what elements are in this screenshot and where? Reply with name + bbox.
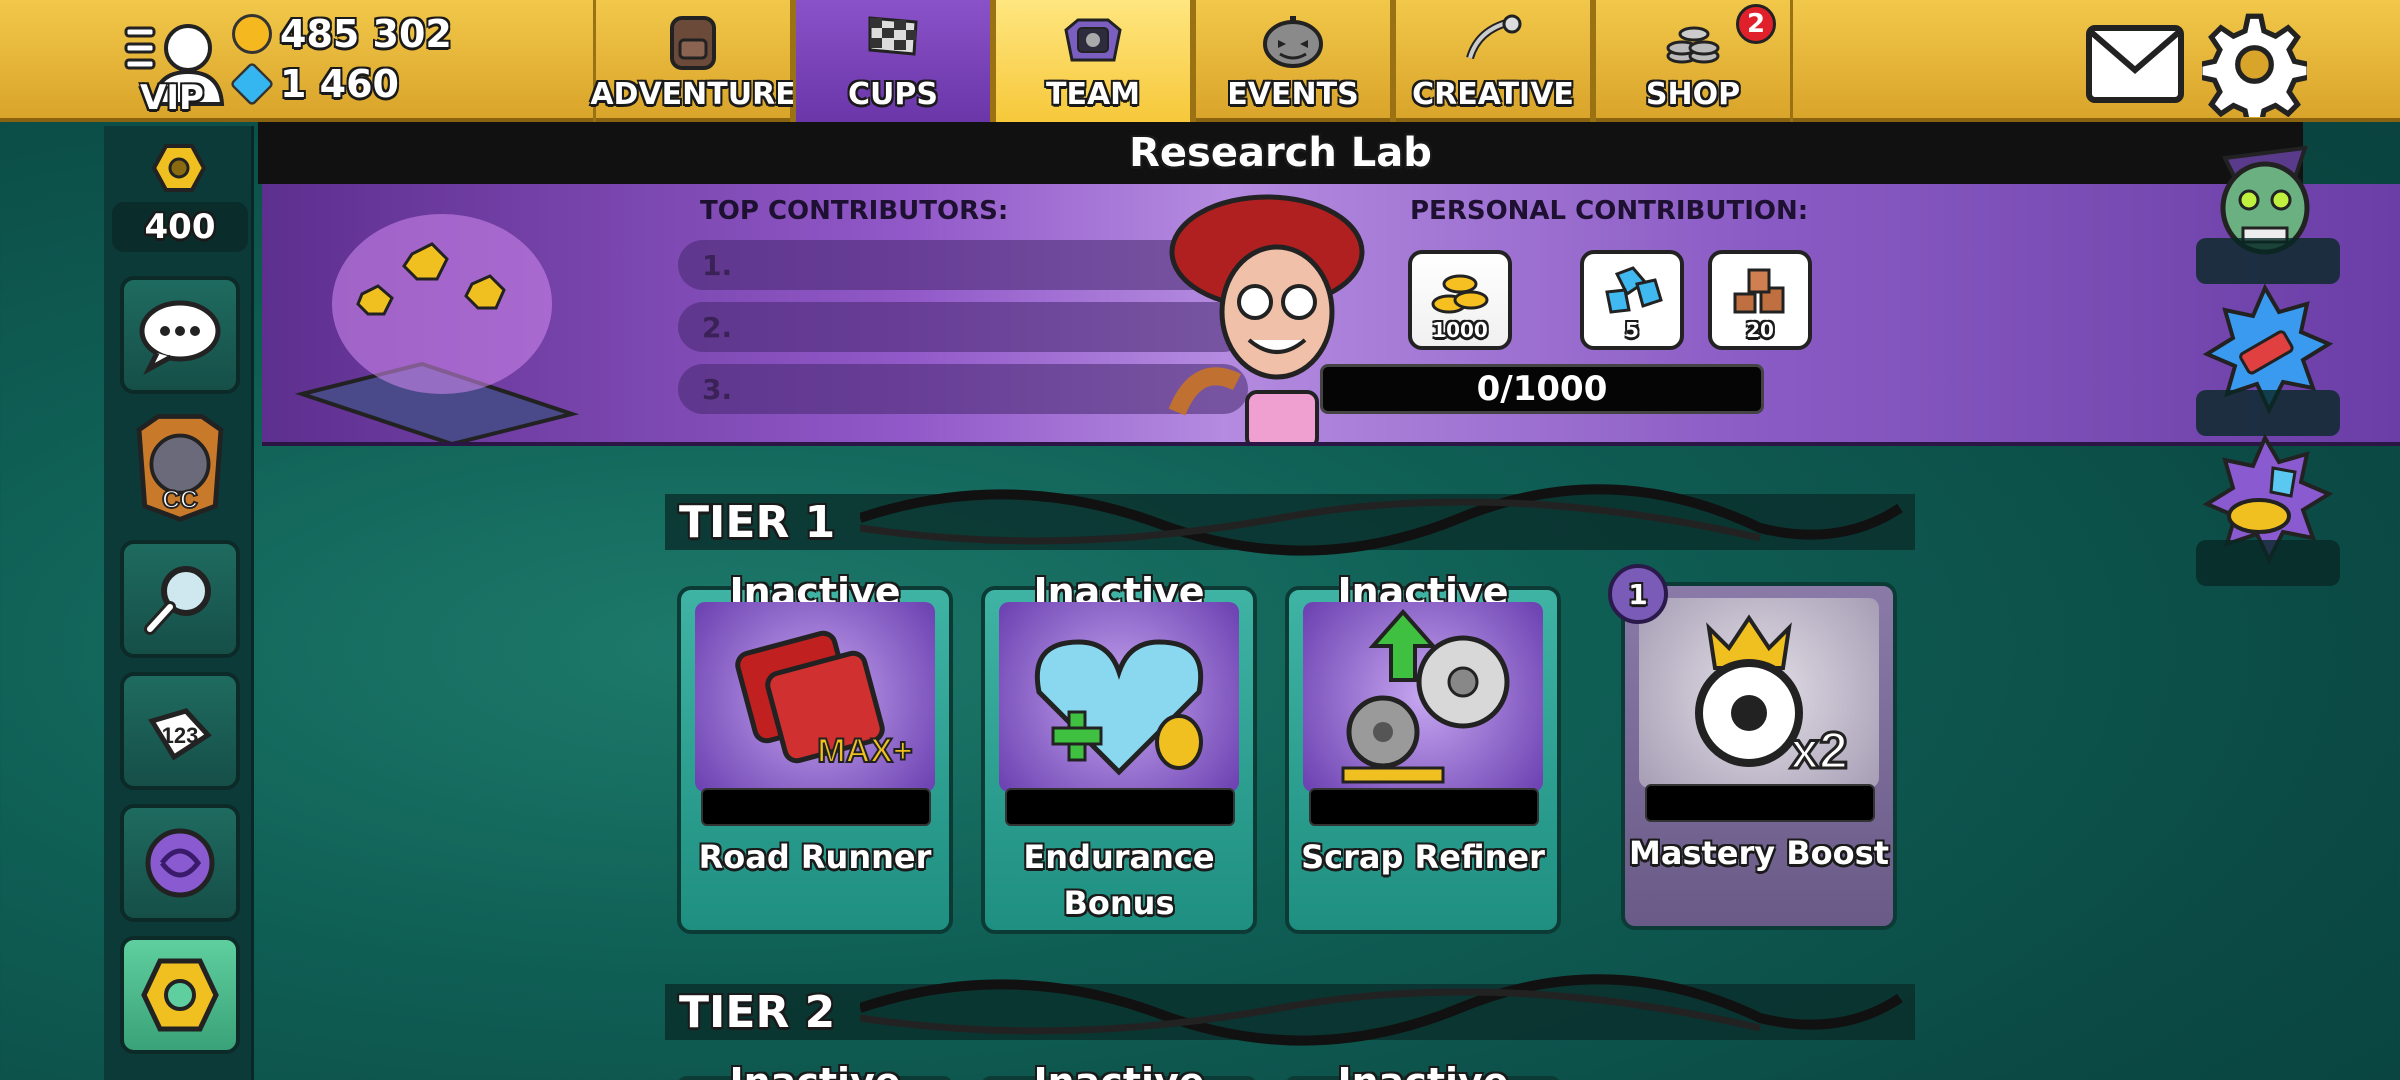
paint-brush-icon xyxy=(1466,14,1522,60)
research-lab-banner: TOP CONTRIBUTORS: 1. 2. 3. PERSONAL CONT… xyxy=(262,184,2400,446)
card-name: Scrap Refiner xyxy=(1301,838,1545,876)
coins-icon xyxy=(1431,274,1489,314)
tier-1-label: TIER 1 xyxy=(679,496,836,548)
card-name: Endurance Bonus xyxy=(1023,838,1215,922)
tab-creative-label: CREATIVE xyxy=(1412,77,1574,112)
tab-adventure-label: ADVENTURE xyxy=(590,77,796,112)
right-slot-3 xyxy=(2196,540,2340,586)
gold-nut-icon xyxy=(141,958,219,1032)
tab-adventure[interactable]: ADVENTURE xyxy=(590,0,796,122)
cable-decoration xyxy=(860,974,1903,1046)
ice-heart-icon xyxy=(1034,639,1204,776)
cable-decoration xyxy=(860,484,1903,556)
team-emblem-icon xyxy=(1064,18,1122,62)
magnifier-icon xyxy=(144,566,211,635)
card-progress-bar xyxy=(1309,788,1539,826)
card-name: Mastery Boost xyxy=(1629,834,1889,872)
vip-label: VIP xyxy=(140,78,204,118)
tier-2-label: TIER 2 xyxy=(679,986,836,1038)
card-status: Inactive xyxy=(985,1060,1253,1080)
tab-team[interactable]: TEAM xyxy=(993,0,1193,122)
endurance-bonus-art xyxy=(999,602,1239,792)
research-card-endurance-bonus[interactable]: Inactive Endurance Bonus xyxy=(981,570,1257,934)
search-button[interactable] xyxy=(120,540,240,658)
card-status: Inactive xyxy=(681,1060,949,1080)
podium-icon: 123 xyxy=(148,708,212,761)
team-badge-button[interactable]: CC xyxy=(120,408,240,526)
gems-display: 1 460 xyxy=(229,61,399,107)
gem-icon xyxy=(229,61,275,107)
reward-coins-amount: 1000 xyxy=(1432,318,1488,342)
research-card-tier2-1[interactable]: Inactive xyxy=(677,1060,953,1080)
scrap-count: 400 xyxy=(112,202,248,252)
research-lab-button[interactable] xyxy=(120,936,240,1054)
coin-stack-icon xyxy=(1666,26,1720,64)
right-slot-2 xyxy=(2196,390,2340,436)
gears-upgrade-icon xyxy=(1341,608,1510,784)
research-card-scrap-refiner[interactable]: Inactive Scrap Refiner xyxy=(1285,570,1561,934)
tab-shop-label: SHOP xyxy=(1645,77,1741,112)
road-runner-art: MAX+ xyxy=(695,602,935,792)
coins-value: 485 302 xyxy=(280,12,452,56)
left-sidebar: 400 CC 123 xyxy=(104,126,254,1080)
tab-events[interactable]: EVENTS xyxy=(1193,0,1393,122)
backpack-icon xyxy=(670,16,716,70)
tab-team-label: TEAM xyxy=(1045,77,1141,112)
card-progress-bar xyxy=(1005,788,1235,826)
scrap-nut-icon xyxy=(152,144,206,192)
research-card-tier2-2[interactable]: Inactive xyxy=(981,1060,1257,1080)
reward-gems-amount: 5 xyxy=(1625,318,1639,342)
tab-cups-label: CUPS xyxy=(848,77,938,112)
scrap-refiner-art xyxy=(1303,602,1543,792)
personal-contribution-label: PERSONAL CONTRIBUTION: xyxy=(1410,196,1809,226)
right-slot-1 xyxy=(2196,238,2340,284)
reward-scrap[interactable]: 20 xyxy=(1708,250,1812,350)
magic-book-icon xyxy=(294,214,580,442)
checkered-flag-icon xyxy=(868,16,918,56)
crown-x2-icon: x2 xyxy=(1695,614,1849,782)
svg-text:CC: CC xyxy=(162,487,198,514)
progress-text: 0/1000 xyxy=(1476,369,1608,409)
mastery-boost-art: x2 xyxy=(1639,598,1879,788)
chat-bubble-icon xyxy=(139,300,221,375)
card-status: Inactive xyxy=(1289,1060,1557,1080)
tab-shop[interactable]: SHOP 2 xyxy=(1593,0,1793,122)
research-card-mastery-boost[interactable]: x2 Mastery Boost xyxy=(1621,582,1897,930)
gear-icon[interactable] xyxy=(2202,12,2307,117)
shop-notification-badge: 2 xyxy=(1736,4,1776,44)
contribution-progress-bar: 0/1000 xyxy=(1320,364,1764,414)
gems-value: 1 460 xyxy=(280,62,399,106)
research-card-road-runner[interactable]: Inactive MAX+ Road Runner xyxy=(677,570,953,934)
card-progress-bar xyxy=(701,788,931,826)
research-card-tier2-3[interactable]: Inactive xyxy=(1285,1060,1561,1080)
tab-events-label: EVENTS xyxy=(1227,77,1359,112)
leaderboard-button[interactable]: 123 xyxy=(120,672,240,790)
reward-scrap-amount: 20 xyxy=(1746,318,1774,342)
coins-display: 485 302 xyxy=(232,12,452,56)
mastery-level-badge: 1 xyxy=(1608,564,1668,624)
tab-creative[interactable]: CREATIVE xyxy=(1393,0,1593,122)
card-name: Road Runner xyxy=(698,838,932,876)
tab-cups[interactable]: CUPS xyxy=(793,0,993,122)
pumpkin-icon xyxy=(1263,16,1323,68)
team-crest-icon: CC xyxy=(136,414,224,522)
coin-icon xyxy=(232,14,272,54)
research-lab-title: Research Lab xyxy=(258,122,2303,184)
chat-button[interactable] xyxy=(120,276,240,394)
svg-text:123: 123 xyxy=(162,723,199,748)
scrap-icon xyxy=(1733,268,1785,314)
top-bar: VIP 485 302 1 460 ADVENTURE CUPS TEAM EV… xyxy=(0,0,2400,122)
svg-text:MAX+: MAX+ xyxy=(817,732,912,770)
main-tabs: ADVENTURE CUPS TEAM EVENTS CREATIVE SHOP… xyxy=(590,0,1793,122)
purple-swirl-icon xyxy=(145,828,215,898)
reward-coins[interactable]: 1000 xyxy=(1408,250,1512,350)
fuel-canister-icon: MAX+ xyxy=(735,630,914,771)
card-progress-bar xyxy=(1645,784,1875,822)
svg-text:x2: x2 xyxy=(1790,722,1848,780)
reward-gems[interactable]: 5 xyxy=(1580,250,1684,350)
mail-icon[interactable] xyxy=(2085,22,2185,107)
spin-button[interactable] xyxy=(120,804,240,922)
gems-icon xyxy=(1605,266,1663,314)
top-contributors-label: TOP CONTRIBUTORS: xyxy=(700,196,1009,226)
